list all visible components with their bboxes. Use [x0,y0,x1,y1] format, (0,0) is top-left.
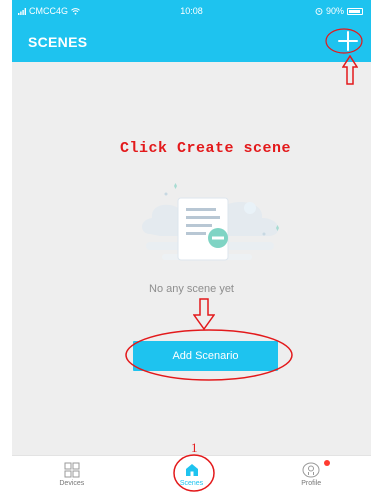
battery-icon [347,7,363,15]
plus-highlight-ring [325,28,363,54]
notification-dot [324,460,331,466]
annotation-up-arrow [342,55,358,85]
empty-scenes-illustration [142,183,279,261]
status-right: 90% [315,6,363,16]
profile-icon [302,462,320,478]
annotation-down-arrow [193,298,215,330]
tab-scenes[interactable]: Scenes [132,456,252,495]
page-title: SCENES [28,34,88,50]
step-number-label: 1 [191,440,198,455]
battery-percent: 90% [325,6,344,16]
empty-state-message: No any scene yet [149,283,234,295]
bottom-tab-bar: Devices Scenes Profile [12,455,371,495]
tab-devices[interactable]: Devices [12,456,132,495]
home-icon [185,464,198,476]
tab-label-devices: Devices [59,480,85,487]
tab-label-scenes: Scenes [179,480,204,487]
add-scenario-button[interactable]: Add Scenario [133,341,278,371]
tab-profile[interactable]: Profile [251,456,371,495]
clock: 10:08 [180,6,203,16]
carrier-name: CMCC4G [29,6,69,16]
click-create-hint: Click Create scene [120,140,292,157]
app-screen: CMCC4G 10:08 90% SCENES Click Create sce… [12,0,371,495]
alarm-icon [315,7,323,15]
signal-icon [18,7,26,15]
wifi-icon [71,7,80,15]
grid-icon [64,462,80,478]
tab-label-profile: Profile [301,480,322,487]
carrier-group: CMCC4G [18,6,80,16]
app-header: CMCC4G 10:08 90% SCENES [12,0,371,62]
status-bar: CMCC4G 10:08 90% [12,0,371,22]
